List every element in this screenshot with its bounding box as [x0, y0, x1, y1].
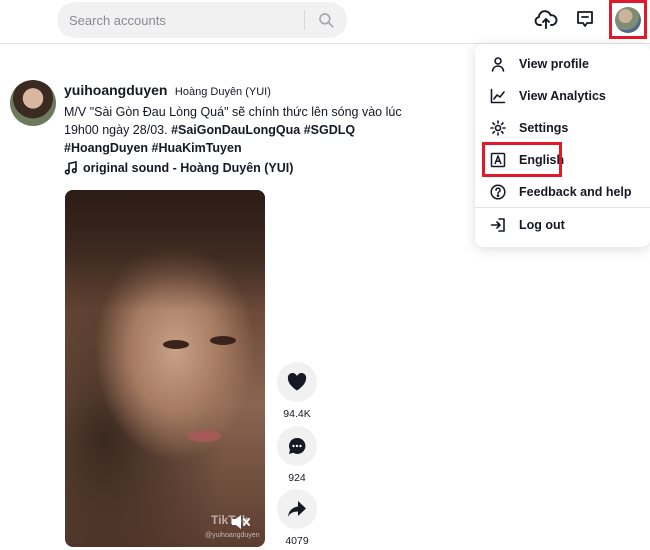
help-icon — [485, 176, 511, 208]
music-note-icon — [64, 161, 77, 175]
hashtag-link[interactable]: #HoangDuyen — [64, 141, 148, 155]
video-frame-detail — [187, 430, 221, 442]
search-bar — [57, 2, 347, 38]
menu-item-logout[interactable]: Log out — [481, 209, 643, 241]
video-frame-detail — [210, 336, 236, 345]
post-caption: M/V "Sài Gòn Đau Lòng Quá" sẽ chính thức… — [64, 103, 434, 157]
like-count: 94.4K — [283, 408, 311, 420]
menu-item-label: Feedback and help — [519, 185, 632, 199]
comment-count: 924 — [288, 472, 306, 484]
author-nickname: Hoàng Duyên (YUI) — [174, 86, 271, 98]
hashtag-link[interactable]: #SGDLQ — [304, 123, 355, 137]
upload-icon — [534, 10, 558, 29]
hashtag-link[interactable]: #SaiGonDauLongQua — [171, 123, 300, 137]
menu-item-label: View profile — [519, 57, 589, 71]
logout-icon — [485, 209, 511, 241]
search-button[interactable] — [313, 8, 339, 32]
share-action: 4079 — [277, 489, 317, 547]
menu-item-settings[interactable]: Settings — [481, 112, 643, 144]
upload-button[interactable] — [533, 6, 559, 32]
share-icon — [288, 501, 306, 517]
analytics-icon — [485, 80, 511, 112]
search-divider — [304, 10, 305, 30]
search-input[interactable] — [69, 2, 301, 38]
like-button[interactable] — [277, 362, 317, 402]
sound-link[interactable]: original sound - Hoàng Duyên (YUI) — [64, 161, 293, 175]
menu-divider — [475, 207, 650, 208]
video-player[interactable]: TikTok @yuihoangduyen — [65, 190, 265, 547]
menu-item-label: View Analytics — [519, 89, 606, 103]
hashtag-link[interactable]: #HuaKimTuyen — [152, 141, 242, 155]
english-highlight-box — [482, 142, 562, 177]
share-count: 4079 — [285, 535, 309, 547]
video-frame-shading — [65, 190, 265, 310]
heart-icon — [287, 373, 307, 391]
comment-button[interactable] — [277, 426, 317, 466]
menu-item-label: Log out — [519, 218, 565, 232]
post-author-avatar[interactable] — [10, 80, 56, 126]
gear-icon — [485, 112, 511, 144]
video-frame-detail — [163, 340, 189, 349]
profile-avatar-button[interactable] — [609, 0, 647, 39]
menu-item-view-profile[interactable]: View profile — [481, 48, 643, 80]
inbox-button[interactable] — [572, 6, 598, 32]
author-username[interactable]: yuihoangduyen — [64, 82, 167, 98]
mute-button[interactable] — [229, 511, 251, 533]
like-action: 94.4K — [277, 362, 317, 420]
sound-label: original sound - Hoàng Duyên (YUI) — [83, 161, 294, 175]
author-row[interactable]: yuihoangduyen Hoàng Duyên (YUI) — [64, 82, 271, 100]
avatar — [615, 6, 641, 33]
watermark-handle: @yuihoangduyen — [205, 532, 260, 539]
menu-item-feedback[interactable]: Feedback and help — [481, 176, 643, 208]
search-icon — [319, 13, 334, 28]
comment-icon — [288, 437, 306, 454]
share-button[interactable] — [277, 489, 317, 529]
person-icon — [485, 48, 511, 80]
top-bar — [0, 0, 650, 44]
inbox-icon — [577, 11, 593, 27]
comment-action: 924 — [277, 426, 317, 484]
volume-muted-icon — [232, 515, 250, 529]
menu-item-label: Settings — [519, 121, 569, 135]
menu-item-view-analytics[interactable]: View Analytics — [481, 80, 643, 112]
